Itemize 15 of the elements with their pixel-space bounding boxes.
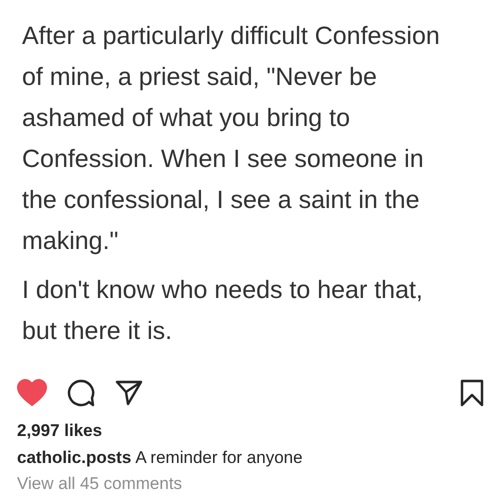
post-text-line: of mine, a priest said, "Never be [22, 62, 378, 93]
like-count: 2,997 likes [17, 421, 104, 441]
post-text-line: but there it is. [22, 316, 174, 347]
send-icon[interactable] [115, 379, 143, 407]
post-text-line: I don't know who needs to hear that, [22, 275, 424, 306]
bookmark-icon[interactable] [460, 379, 484, 407]
caption-text: A reminder for anyone [135, 448, 303, 467]
post-text-line: making." [22, 226, 120, 257]
heart-icon[interactable] [17, 379, 47, 407]
post-text-line: After a particularly difficult Confession [22, 21, 441, 52]
post-text-line: the confessional, I see a saint in the [22, 185, 420, 216]
username-link[interactable]: catholic.posts [17, 448, 132, 467]
post-text-line: ashamed of what you bring to [22, 103, 351, 134]
comment-icon[interactable] [67, 379, 95, 407]
post-text-line: Confession. When I see someone in [22, 144, 425, 175]
